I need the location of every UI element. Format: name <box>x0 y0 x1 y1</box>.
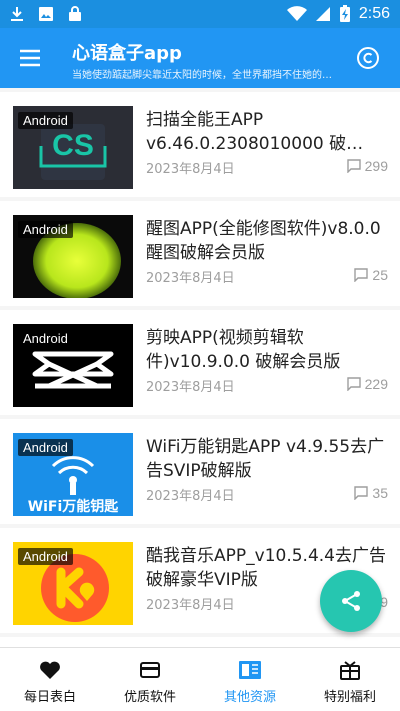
post-card-partial[interactable] <box>0 637 400 647</box>
nav-label: 特别福利 <box>323 690 376 705</box>
platform-badge: Android <box>18 330 73 347</box>
post-card[interactable]: Android 醒图APP(全能修图软件)v8.0.0醒图破解会员版 2023年… <box>0 201 400 306</box>
platform-badge: Android <box>18 548 73 565</box>
comment-count: 35 <box>354 485 388 501</box>
comment-icon <box>354 268 369 282</box>
post-title[interactable]: 醒图APP(全能修图软件)v8.0.0醒图破解会员版 <box>146 217 386 265</box>
comment-count: 299 <box>346 158 388 174</box>
status-time: 2:56 <box>358 5 390 22</box>
post-list[interactable]: CS Android 扫描全能王APP v6.46.0.2308010000 破… <box>0 88 400 647</box>
post-card[interactable]: WiFi万能钥匙 Android WiFi万能钥匙APP v4.9.55去广告S… <box>0 419 400 524</box>
menu-icon[interactable] <box>18 46 42 70</box>
nav-daily-confession[interactable]: 每日表白 <box>0 648 100 711</box>
copyright-icon[interactable] <box>356 46 380 70</box>
nav-quality-software[interactable]: 优质软件 <box>100 648 200 711</box>
post-date: 2023年8月4日 <box>146 380 235 395</box>
lock-icon <box>69 6 81 21</box>
nav-other-resources[interactable]: 其他资源 <box>200 648 300 711</box>
nav-label: 其他资源 <box>223 690 276 705</box>
status-bar: 2:56 <box>0 0 400 28</box>
app-bar: 心语盒子app 当她使劲踮起脚尖靠近太阳的时候，全世界都挡不住她的阳… <box>0 28 400 88</box>
share-icon <box>342 591 360 611</box>
post-date: 2023年8月4日 <box>146 162 235 177</box>
post-title[interactable]: 剪映APP(视频剪辑软件)v10.9.0.0 破解会员版 <box>146 326 386 374</box>
post-date: 2023年8月4日 <box>146 489 235 504</box>
share-button[interactable] <box>320 570 382 632</box>
post-title[interactable]: 扫描全能王APP v6.46.0.2308010000 破… <box>146 108 386 156</box>
comment-count-value: 299 <box>364 158 388 174</box>
wifi-icon <box>286 6 307 21</box>
comment-count-value: 229 <box>364 376 388 392</box>
signal-icon <box>315 7 330 21</box>
post-thumbnail: Android <box>13 324 133 407</box>
comment-count: 229 <box>346 376 388 392</box>
platform-badge: Android <box>18 112 73 129</box>
svg-text:CS: CS <box>52 129 94 162</box>
comment-icon <box>354 486 369 500</box>
post-thumbnail: Android <box>13 215 133 298</box>
post-title[interactable]: WiFi万能钥匙APP v4.9.55去广告SVIP破解版 <box>146 435 386 483</box>
post-card[interactable]: CS Android 扫描全能王APP v6.46.0.2308010000 破… <box>0 92 400 197</box>
post-card[interactable]: Android 剪映APP(视频剪辑软件)v10.9.0.0 破解会员版 202… <box>0 310 400 415</box>
heart-icon <box>40 661 60 679</box>
comment-icon <box>346 377 361 391</box>
post-date: 2023年8月4日 <box>146 271 235 286</box>
gift-icon <box>340 661 360 680</box>
nav-special-benefits[interactable]: 特别福利 <box>300 648 400 711</box>
bottom-nav: 每日表白 优质软件 其他资源 特别福利 <box>0 647 400 711</box>
comment-count: 25 <box>354 267 388 283</box>
wifi-logo-text: WiFi万能钥匙 <box>28 498 120 515</box>
book-icon <box>239 661 261 679</box>
image-icon <box>39 7 53 21</box>
platform-badge: Android <box>18 221 73 238</box>
platform-badge: Android <box>18 439 73 456</box>
comment-count-value: 35 <box>372 485 388 501</box>
download-icon <box>11 7 23 21</box>
post-thumbnail: CS Android <box>13 106 133 189</box>
comment-icon <box>346 159 361 173</box>
nav-label: 优质软件 <box>123 690 176 705</box>
post-date: 2023年8月4日 <box>146 598 235 613</box>
battery-charging-icon <box>339 5 350 22</box>
app-title: 心语盒子app <box>72 43 182 64</box>
post-thumbnail: WiFi万能钥匙 Android <box>13 433 133 516</box>
comment-count-value: 25 <box>372 267 388 283</box>
post-thumbnail: Android <box>13 542 133 625</box>
app-subtitle: 当她使劲踮起脚尖靠近太阳的时候，全世界都挡不住她的阳… <box>72 70 340 81</box>
card-icon <box>140 662 160 678</box>
nav-label: 每日表白 <box>23 690 76 705</box>
